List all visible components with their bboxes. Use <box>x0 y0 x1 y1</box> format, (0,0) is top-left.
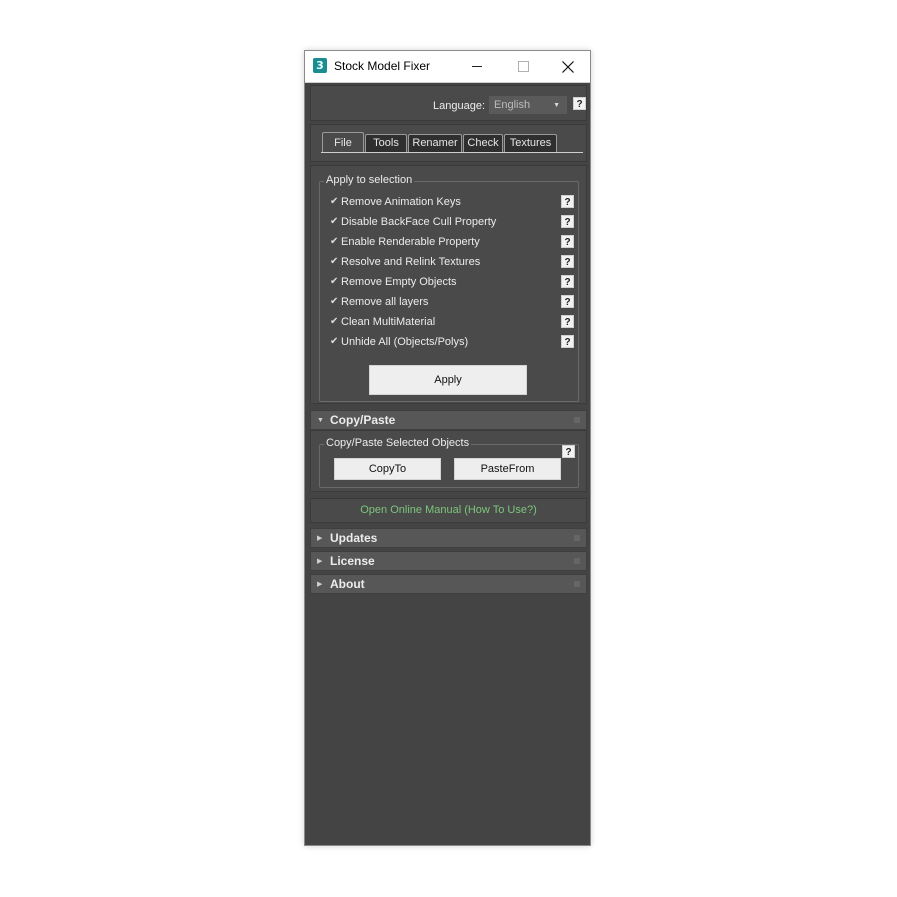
checkbox-checked-icon[interactable]: ✔ <box>330 195 340 209</box>
apply-to-selection-group: Apply to selection ✔ Remove Animation Ke… <box>319 174 579 402</box>
app-3dsmax-icon: 3 <box>313 58 327 73</box>
help-button-disable-backface-cull[interactable]: ? <box>561 215 574 228</box>
checkbox-checked-icon[interactable]: ✔ <box>330 215 340 229</box>
option-remove-animation-keys[interactable]: ✔ Remove Animation Keys <box>330 195 560 209</box>
rollout-title: About <box>330 577 365 591</box>
option-label: Enable Renderable Property <box>341 236 480 248</box>
help-button-remove-all-layers[interactable]: ? <box>561 295 574 308</box>
option-label: Remove Animation Keys <box>341 196 461 208</box>
maximize-button[interactable] <box>500 51 546 82</box>
checkbox-checked-icon[interactable]: ✔ <box>330 315 340 329</box>
language-dropdown[interactable]: English ▼ <box>489 96 567 114</box>
rollout-updates-header[interactable]: ▶ Updates <box>310 528 587 548</box>
option-label: Unhide All (Objects/Polys) <box>341 336 469 348</box>
paste-from-button[interactable]: PasteFrom <box>454 458 561 480</box>
option-clean-multimaterial[interactable]: ✔ Clean MultiMaterial <box>330 315 560 329</box>
minimize-button[interactable] <box>454 51 500 82</box>
copy-to-button[interactable]: CopyTo <box>334 458 441 480</box>
apply-group-title: Apply to selection <box>324 174 415 186</box>
language-panel: Language: English ▼ ? <box>310 85 587 121</box>
tab-tools[interactable]: Tools <box>365 134 407 152</box>
language-help-button[interactable]: ? <box>573 97 586 110</box>
dropdown-arrow-icon: ▼ <box>553 102 560 109</box>
tab-file[interactable]: File <box>322 132 364 153</box>
rollout-copy-paste-header[interactable]: ▼ Copy/Paste <box>310 410 587 430</box>
option-label: Clean MultiMaterial <box>341 316 436 328</box>
drag-grip-icon[interactable] <box>574 581 580 587</box>
maximize-icon <box>517 61 529 72</box>
option-label: Remove Empty Objects <box>341 276 457 288</box>
tab-textures[interactable]: Textures <box>504 134 557 152</box>
collapsed-arrow-icon: ▶ <box>317 581 323 588</box>
option-disable-backface-cull[interactable]: ✔ Disable BackFace Cull Property <box>330 215 560 229</box>
close-icon <box>562 60 574 73</box>
rollout-license-header[interactable]: ▶ License <box>310 551 587 571</box>
rollout-about-header[interactable]: ▶ About <box>310 574 587 594</box>
tabs-panel: File Tools Renamer Check Textures <box>310 124 587 162</box>
drag-grip-icon[interactable] <box>574 417 580 423</box>
language-selected-value: English <box>494 99 531 111</box>
checkbox-checked-icon[interactable]: ✔ <box>330 295 340 309</box>
title-bar[interactable]: 3 Stock Model Fixer <box>305 51 590 83</box>
option-remove-all-layers[interactable]: ✔ Remove all layers <box>330 295 560 309</box>
copy-paste-help-button[interactable]: ? <box>562 445 575 458</box>
help-button-unhide-all[interactable]: ? <box>561 335 574 348</box>
help-button-clean-multimaterial[interactable]: ? <box>561 315 574 328</box>
copy-paste-panel: Copy/Paste Selected Objects ? CopyTo Pas… <box>310 430 587 492</box>
option-label: Disable BackFace Cull Property <box>341 216 497 228</box>
tab-renamer[interactable]: Renamer <box>408 134 462 152</box>
drag-grip-icon[interactable] <box>574 558 580 564</box>
stock-model-fixer-window: 3 Stock Model Fixer Language: English ▼ … <box>304 50 591 846</box>
apply-panel: Apply to selection ✔ Remove Animation Ke… <box>310 165 587 404</box>
online-manual-link[interactable]: Open Online Manual (How To Use?) <box>311 499 586 521</box>
help-button-remove-animation-keys[interactable]: ? <box>561 195 574 208</box>
drag-grip-icon[interactable] <box>574 535 580 541</box>
tab-check[interactable]: Check <box>463 134 503 152</box>
close-button[interactable] <box>545 51 591 82</box>
checkbox-checked-icon[interactable]: ✔ <box>330 275 340 289</box>
checkbox-checked-icon[interactable]: ✔ <box>330 335 340 349</box>
expanded-arrow-icon: ▼ <box>317 417 324 424</box>
collapsed-arrow-icon: ▶ <box>317 558 323 565</box>
language-label: Language: <box>433 100 485 112</box>
minimize-icon <box>472 66 482 67</box>
window-title: Stock Model Fixer <box>334 59 431 73</box>
option-label: Remove all layers <box>341 296 429 308</box>
copy-paste-group-title: Copy/Paste Selected Objects <box>324 437 472 449</box>
option-label: Resolve and Relink Textures <box>341 256 481 268</box>
help-button-resolve-relink-textures[interactable]: ? <box>561 255 574 268</box>
rollout-title: Copy/Paste <box>330 413 396 427</box>
option-resolve-relink-textures[interactable]: ✔ Resolve and Relink Textures <box>330 255 560 269</box>
option-remove-empty-objects[interactable]: ✔ Remove Empty Objects <box>330 275 560 289</box>
option-unhide-all[interactable]: ✔ Unhide All (Objects/Polys) <box>330 335 560 349</box>
copy-paste-group: Copy/Paste Selected Objects ? CopyTo Pas… <box>319 437 579 488</box>
apply-button[interactable]: Apply <box>369 365 527 395</box>
manual-panel: Open Online Manual (How To Use?) <box>310 498 587 523</box>
collapsed-arrow-icon: ▶ <box>317 535 323 542</box>
checkbox-checked-icon[interactable]: ✔ <box>330 255 340 269</box>
rollout-title: License <box>330 554 375 568</box>
help-button-remove-empty-objects[interactable]: ? <box>561 275 574 288</box>
tabs-underline <box>321 152 583 153</box>
rollout-title: Updates <box>330 531 378 545</box>
checkbox-checked-icon[interactable]: ✔ <box>330 235 340 249</box>
help-button-enable-renderable[interactable]: ? <box>561 235 574 248</box>
option-enable-renderable[interactable]: ✔ Enable Renderable Property <box>330 235 560 249</box>
